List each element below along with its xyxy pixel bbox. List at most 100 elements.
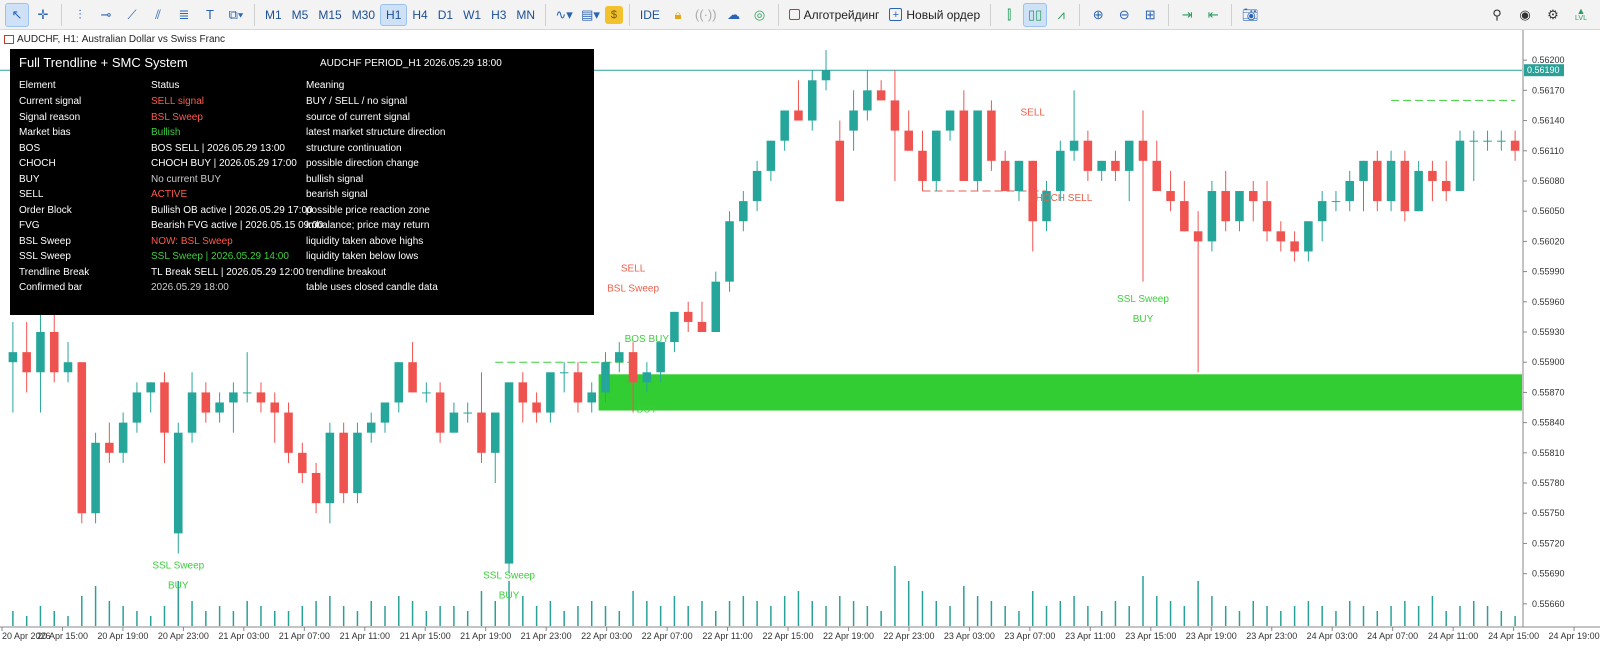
candle-body [146,382,155,393]
panel-row: BUY No current BUY bullish signal [10,174,594,189]
line-chart-icon[interactable]: ⩘ [1049,3,1073,27]
candle-body [353,432,362,494]
candle-body [1510,140,1520,151]
price-tick-label: 0.55960 [1532,297,1565,307]
timeframe-h1[interactable]: H1 [380,3,408,26]
new-order-button[interactable]: + Новый ордер [884,3,985,27]
candle-body [242,392,252,394]
horizontal-line-icon[interactable]: ⊸ [94,3,118,27]
candle-body [959,110,969,181]
timeframe-m1[interactable]: M1 [260,4,287,26]
time-tick-label: 21 Apr 11:00 [340,631,390,641]
trendline-icon[interactable]: ⟋ [120,3,144,27]
order-block-zone [598,374,1522,411]
cursor-icon[interactable]: ↖ [5,2,29,27]
lock-icon[interactable]: 🔒︎ [666,3,690,27]
row-element: FVG [19,220,40,231]
timeframe-mn[interactable]: MN [511,4,540,26]
shapes-icon[interactable]: ⧉▾ [224,3,248,27]
time-tick-label: 21 Apr 19:00 [460,631,511,641]
algo-trading-button[interactable]: Алготрейдинг [784,3,885,27]
row-meaning: trendline breakout [306,266,387,278]
signal-sublabel: BUY [499,591,520,602]
row-status: BOS SELL | 2026.05.29 13:00 [151,142,285,154]
level-label: LVL [1575,15,1587,22]
toolbar-separator [1168,3,1170,26]
candle-body [1276,231,1286,242]
chart-description: Australian Dollar vs Swiss Franc [81,33,226,45]
candle-body [532,402,541,413]
vps-icon[interactable]: ◎ [748,3,772,27]
time-tick-label: 23 Apr 07:00 [1004,631,1055,641]
candle-body [1428,170,1437,181]
level-icon[interactable]: ▲ LVL [1569,3,1593,27]
time-tick-label: 21 Apr 15:00 [400,631,451,641]
candle-body [987,110,996,161]
chart-type-icon[interactable]: ∿▾ [552,3,576,27]
current-price-label: 0.56190 [1527,65,1560,75]
timeframe-h3[interactable]: H3 [486,4,511,26]
row-meaning: liquidity taken below lows [306,251,419,262]
candle-body [1359,160,1368,181]
dollar-icon[interactable]: $ [604,5,623,24]
candle-body [945,110,955,131]
settings-icon[interactable]: ⚙ [1541,3,1565,27]
candle-body [160,382,169,433]
grid-icon[interactable]: ⊞ [1138,3,1162,27]
timeframe-m30[interactable]: M30 [347,4,380,26]
fibonacci-icon[interactable]: ≣ [172,3,196,27]
candle-body [394,362,404,403]
timeframe-w1[interactable]: W1 [458,4,486,26]
channel-icon[interactable]: ⫽ [146,3,170,27]
price-tick-label: 0.56080 [1532,176,1565,186]
candle-body [559,372,569,374]
row-element: Current signal [19,96,82,107]
candle-body [766,140,776,171]
toolbar-separator [1079,3,1081,26]
autoscroll-icon[interactable]: ⇥ [1175,3,1199,27]
bar-chart-icon[interactable]: ⫿ [997,3,1021,27]
candlestick-icon[interactable]: ▯▯ [1023,2,1048,27]
timeframe-m5[interactable]: M5 [287,4,314,26]
candle-body [821,70,831,81]
candle-body [1193,231,1203,242]
account-icon[interactable]: ◉ [1513,3,1537,27]
vertical-line-icon[interactable]: ⫶ [68,3,92,27]
candle-body [1414,170,1423,212]
ide-button[interactable]: IDE [635,3,665,27]
chart-caption: AUDCHF, H1: Australian Dollar vs Swiss F… [0,31,225,47]
price-tick-label: 0.56110 [1532,146,1564,156]
chart-shift-icon[interactable]: ⇤ [1201,3,1225,27]
candle-body [1138,140,1148,161]
text-tool-icon[interactable]: T [198,3,222,27]
toolbar-right: ⚲ ◉ ⚙ ▲ LVL [1484,0,1600,30]
timeframe-h4[interactable]: H4 [407,4,432,26]
candle-body [863,90,872,111]
plus-icon: + [889,8,903,21]
candle-body [449,412,459,433]
zoom-in-icon[interactable]: ⊕ [1086,3,1110,27]
time-tick-label: 22 Apr 07:00 [642,631,693,641]
panel-row: BOS BOS SELL | 2026.05.29 13:00 structure … [10,143,594,158]
signal-icon[interactable]: ((·)) [692,3,720,27]
screenshot-icon[interactable]: 📷︎ [1238,3,1262,27]
panel-subtitle: AUDCHF PERIOD_H1 2026.05.29 18:00 [320,58,502,69]
zoom-out-icon[interactable]: ⊖ [1112,3,1136,27]
toolbar-separator [545,3,547,26]
time-tick-label: 23 Apr 11:00 [1065,631,1115,641]
candle-body [518,382,528,403]
timeframe-d1[interactable]: D1 [433,4,458,26]
indicators-icon[interactable]: ▤▾ [578,3,603,27]
timeframe-m15[interactable]: M15 [313,4,346,26]
signal-label: SELL [1021,108,1046,119]
crosshair-icon[interactable]: ✛ [31,3,55,27]
candle-body [890,100,900,131]
candle-body [215,402,224,413]
candle-body [187,392,197,433]
cloud-icon[interactable]: ☁ [722,3,746,27]
row-element: SELL [19,189,44,200]
row-meaning: bearish signal [306,189,368,200]
row-meaning: possible price reaction zone [306,204,430,216]
price-tick-label: 0.55990 [1532,267,1565,277]
search-icon[interactable]: ⚲ [1485,3,1509,27]
